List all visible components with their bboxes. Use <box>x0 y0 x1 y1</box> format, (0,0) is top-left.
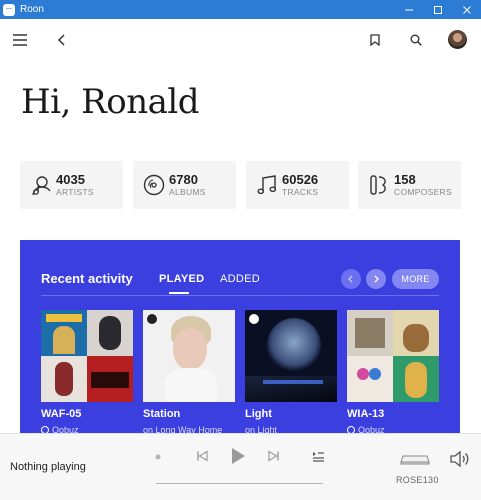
album-title[interactable]: Station <box>143 408 235 420</box>
back-arrow-icon[interactable] <box>50 28 74 52</box>
minimize-button[interactable] <box>394 0 423 19</box>
queue-icon[interactable] <box>310 448 326 464</box>
search-icon[interactable] <box>404 28 428 52</box>
more-button[interactable]: MORE <box>392 269 439 289</box>
panel-divider <box>41 295 439 296</box>
bookmark-icon[interactable] <box>363 28 387 52</box>
tab-played[interactable]: PLAYED <box>159 273 204 285</box>
zone-name[interactable]: ROSE130 <box>396 475 439 485</box>
top-toolbar <box>0 19 481 61</box>
now-playing-status: Nothing playing <box>10 461 86 473</box>
stat-tracks-label: TRACKS <box>282 186 319 197</box>
previous-track-icon[interactable] <box>194 448 210 464</box>
album-card[interactable]: WAF-05 Qobuz <box>41 310 133 433</box>
chevron-left-icon <box>348 275 353 283</box>
seek-bar[interactable] <box>156 483 323 484</box>
album-card[interactable]: Light on Light <box>245 310 337 433</box>
stop-dot-icon[interactable] <box>153 452 163 462</box>
active-tab-underline <box>169 292 189 294</box>
album-title[interactable]: Light <box>245 408 337 420</box>
tab-added[interactable]: ADDED <box>220 273 260 285</box>
recent-activity-panel: Recent activity PLAYED ADDED MORE WAF-05… <box>20 240 460 433</box>
stat-composers-label: COMPOSERS <box>394 186 452 197</box>
maximize-button[interactable] <box>423 0 452 19</box>
stat-artists-label: ARTISTS <box>56 186 94 197</box>
album-cover[interactable] <box>143 310 235 402</box>
user-avatar[interactable] <box>448 30 467 49</box>
album-cover[interactable] <box>245 310 337 402</box>
stat-albums-label: ALBUMS <box>169 186 206 197</box>
album-card[interactable]: Station on Long Way Home <box>143 310 235 433</box>
album-subtitle: on Light <box>245 425 278 433</box>
stat-artists-value: 4035 <box>56 171 85 187</box>
volume-icon[interactable] <box>448 448 470 470</box>
qobuz-icon <box>347 426 355 433</box>
window-title: Roon <box>20 4 44 15</box>
stat-albums-value: 6780 <box>169 171 198 187</box>
next-page-button[interactable] <box>366 269 386 289</box>
album-subtitle-text: Qobuz <box>52 425 79 433</box>
artist-icon <box>30 173 52 197</box>
album-subtitle-text: Qobuz <box>358 425 385 433</box>
next-track-icon[interactable] <box>266 448 282 464</box>
stat-albums[interactable]: 6780 ALBUMS <box>133 161 236 209</box>
window-titlebar: Roon <box>0 0 481 19</box>
album-cover[interactable] <box>41 310 133 402</box>
album-subtitle: on Long Way Home <box>143 425 223 433</box>
hamburger-menu-icon[interactable] <box>8 28 32 52</box>
album-cover[interactable] <box>347 310 439 402</box>
play-icon[interactable] <box>228 446 248 466</box>
zone-device-icon[interactable] <box>398 450 432 468</box>
stat-tracks[interactable]: 60526 TRACKS <box>246 161 349 209</box>
album-title[interactable]: WAF-05 <box>41 408 133 420</box>
previous-page-button[interactable] <box>341 269 361 289</box>
close-button[interactable] <box>452 0 481 19</box>
now-playing-bar: Nothing playing ROSE130 <box>0 433 481 500</box>
qobuz-icon <box>41 426 49 433</box>
stat-artists[interactable]: 4035 ARTISTS <box>20 161 123 209</box>
music-note-icon <box>256 173 278 197</box>
chevron-right-icon <box>374 275 379 283</box>
stat-tracks-value: 60526 <box>282 171 319 187</box>
greeting-heading: Hi, Ronald <box>21 82 200 122</box>
album-subtitle: Qobuz <box>347 425 439 433</box>
roon-app-icon <box>3 3 15 16</box>
album-icon <box>143 173 165 197</box>
album-subtitle: Qobuz <box>41 425 133 433</box>
recent-activity-title: Recent activity <box>41 271 133 286</box>
stat-composers[interactable]: 158 COMPOSERS <box>358 161 461 209</box>
album-card[interactable]: WIA-13 Qobuz <box>347 310 439 433</box>
composer-icon <box>368 173 390 197</box>
stat-composers-value: 158 <box>394 171 416 187</box>
album-title[interactable]: WIA-13 <box>347 408 439 420</box>
